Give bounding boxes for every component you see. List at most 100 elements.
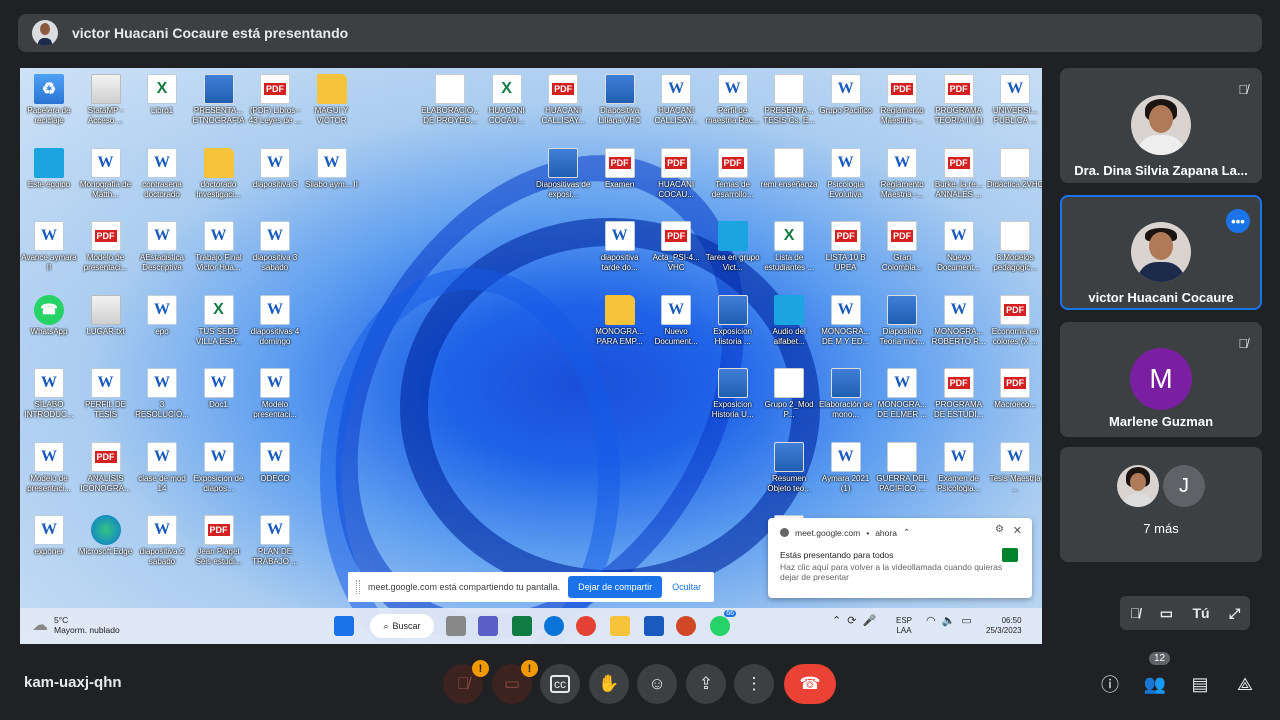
word-icon[interactable] bbox=[644, 616, 664, 636]
desktop-icon[interactable]: Perfil de maestria Rac... bbox=[704, 74, 762, 126]
desktop-icon[interactable]: PROGRAMA TEORIA II (1) bbox=[930, 74, 988, 126]
chrome-icon[interactable] bbox=[576, 616, 596, 636]
desktop-icon[interactable]: StataMP - Acceso ... bbox=[77, 74, 135, 126]
desktop-icon[interactable]: doctorado Investigaci... bbox=[190, 147, 248, 200]
drag-handle[interactable] bbox=[356, 580, 360, 594]
desktop-icon[interactable]: HUACANI CALLISAY... bbox=[534, 74, 592, 126]
meet-notification[interactable]: meet.google.com • ahora ⌃ ⚙ ✕ Estás present… bbox=[768, 518, 1032, 598]
participant-tile-marlene[interactable]: 🎙̸ M Marlene Guzman bbox=[1060, 322, 1262, 437]
participant-tile-victor[interactable]: ••• victor Huacani Cocaure bbox=[1060, 195, 1262, 310]
desktop-icon[interactable]: remi enseñanza bbox=[760, 147, 818, 190]
desktop-icon[interactable]: Psicologia Evolutiva bbox=[817, 147, 875, 200]
desktop-icon[interactable]: MONOGRA... ROBERTO R... bbox=[930, 294, 988, 347]
weather-widget[interactable]: ☁ 5°C Mayorm. nublado bbox=[32, 615, 120, 635]
desktop-icon[interactable]: ELABORACIÓ... DE PROYEC... bbox=[421, 74, 479, 126]
desktop-icon[interactable]: clase de mod 14 bbox=[133, 441, 191, 494]
desktop-icon[interactable]: Papelera de reciclaje bbox=[20, 74, 78, 126]
desktop-icon[interactable]: Silabo aym... II bbox=[303, 147, 361, 190]
clock[interactable]: 06:50 25/3/2023 bbox=[986, 616, 1022, 636]
close-icon[interactable]: ✕ bbox=[1013, 524, 1022, 537]
desktop-icon[interactable]: Doc1 bbox=[190, 368, 248, 410]
desktop-icon[interactable]: Nuevo Document... bbox=[647, 294, 705, 347]
desktop-icon[interactable]: 8.Modelos pedagógic... bbox=[986, 221, 1042, 273]
file-explorer-icon[interactable] bbox=[610, 616, 630, 636]
desktop-icon[interactable]: Lista de estudiantes ... bbox=[760, 221, 818, 273]
desktop-icon[interactable]: exponer bbox=[20, 515, 78, 557]
desktop-icon[interactable]: Elaboración de mono... bbox=[817, 368, 875, 420]
desktop-icon[interactable]: MONOGRA... DE ELMER ... bbox=[873, 368, 931, 420]
desktop-icon[interactable]: Burke, la re... ANNALES ... bbox=[930, 147, 988, 200]
desktop-icon[interactable]: Grupo 2_Mod P... bbox=[760, 368, 818, 420]
desktop-icon[interactable]: Reglamento Maestria -... bbox=[873, 147, 931, 200]
settings-icon[interactable]: ⚙ bbox=[995, 524, 1004, 535]
present-button[interactable]: ⇪ bbox=[686, 664, 726, 704]
desktop-icon[interactable]: PLAN DE TRABAJO ... bbox=[246, 515, 304, 567]
desktop-icon[interactable]: TUS SEDE VILLA ESP... bbox=[190, 294, 248, 347]
desktop-icon[interactable]: PERFIL DE TESIS bbox=[77, 368, 135, 420]
desktop-icon[interactable]: Tesis Maestria ... bbox=[986, 441, 1042, 494]
desktop-icon[interactable]: Jean Piaget Seis estudi... bbox=[190, 515, 248, 567]
participant-tile-dina[interactable]: 🎙̸ Dra. Dina Silvia Zapana La... bbox=[1060, 68, 1262, 183]
desktop-icon[interactable]: Diapositiva Teoria micr... bbox=[873, 294, 931, 347]
desktop-icon[interactable]: epo bbox=[133, 294, 191, 337]
whatsapp-icon[interactable]: 66 bbox=[710, 610, 736, 636]
camera-button[interactable]: ▭! bbox=[492, 660, 538, 704]
desktop-icon[interactable]: Monografia de Matth... bbox=[77, 147, 135, 200]
stop-sharing-button[interactable]: Dejar de compartir bbox=[568, 576, 663, 598]
people-button[interactable]: 12 👥 bbox=[1139, 652, 1171, 700]
desktop-icon[interactable]: Acta_PSI-4... VHC bbox=[647, 221, 705, 273]
desktop-icon[interactable]: Reglamento Maestria -... bbox=[873, 74, 931, 126]
more-options-icon[interactable]: ••• bbox=[1226, 209, 1250, 233]
desktop-icon[interactable]: HUACANI COCAU... bbox=[478, 74, 536, 126]
end-call-button[interactable]: ☎ bbox=[784, 664, 836, 704]
raise-hand-button[interactable]: ✋ bbox=[589, 664, 629, 704]
desktop-icon[interactable]: Avance aymara II bbox=[20, 221, 78, 273]
desktop-icon[interactable]: SILABO INTRODUC... bbox=[20, 368, 78, 420]
mic-button[interactable]: 🎙̸! bbox=[443, 660, 489, 704]
more-participants-tile[interactable]: J 7 más bbox=[1060, 447, 1262, 562]
desktop-icon[interactable]: Examen bbox=[591, 147, 649, 190]
more-options-button[interactable]: ⋮ bbox=[734, 664, 774, 704]
reactions-button[interactable]: ☺ bbox=[637, 664, 677, 704]
desktop-icon[interactable]: Microsoft Edge bbox=[77, 515, 135, 557]
activities-button[interactable]: ⟁ bbox=[1229, 668, 1261, 700]
desktop-icon[interactable]: Gran Colombia... bbox=[873, 221, 931, 273]
desktop-icon[interactable]: Exposicion Historia U... bbox=[704, 368, 762, 420]
desktop-icon[interactable]: LUGAR.txt bbox=[77, 294, 135, 337]
desktop-icon[interactable]: Grupo Pacifico bbox=[817, 74, 875, 116]
desktop-icon[interactable]: Trabajo Final Victor Hua... bbox=[190, 221, 248, 273]
desktop-icon[interactable]: ANALISIS ICONOGRA... bbox=[77, 441, 135, 494]
desktop-icon[interactable]: Diapositiva Liliana VHC bbox=[591, 74, 649, 126]
system-tray[interactable]: ⌃ ⟳ 🎤 bbox=[832, 614, 876, 627]
desktop-icon[interactable]: UNIVERSI... PUBLICA ... bbox=[986, 74, 1042, 126]
taskbar-search[interactable]: ⌕ Buscar bbox=[370, 614, 434, 638]
desktop-icon[interactable]: MAGUI Y VICTOR bbox=[303, 74, 361, 126]
expand-icon[interactable]: ⤢ bbox=[1229, 605, 1240, 622]
desktop-icon[interactable]: (PDF) Libros - 43 Leyes de ... bbox=[246, 74, 304, 126]
desktop-icon[interactable]: Resumen Objeto teo... bbox=[760, 441, 818, 494]
excel-icon[interactable] bbox=[512, 616, 532, 636]
desktop-icon[interactable]: Audio del alfabet... bbox=[760, 294, 818, 347]
desktop-icon[interactable]: Modelo de presentaci... bbox=[20, 441, 78, 494]
camera-icon[interactable]: ▭ bbox=[1160, 605, 1173, 622]
desktop-icon[interactable]: Exposicion de diapos... bbox=[190, 441, 248, 494]
mic-off-icon[interactable]: 🎙̸ bbox=[1130, 605, 1141, 621]
desktop-icon[interactable]: HUACANI CALLISAY... bbox=[647, 74, 705, 126]
desktop-icon[interactable]: diapositiva 3 sabado bbox=[246, 221, 304, 273]
chat-button[interactable]: ▤ bbox=[1184, 668, 1216, 700]
desktop-icon[interactable]: ODECO bbox=[246, 441, 304, 484]
desktop-icon[interactable]: PROGRAMA DE ESTUDI... bbox=[930, 368, 988, 420]
desktop-icon[interactable]: WhatsApp bbox=[20, 294, 78, 337]
desktop-icon[interactable]: HUACANI COCAU... bbox=[647, 147, 705, 200]
desktop-icon[interactable]: MONOGRA... PARA EMP... bbox=[591, 294, 649, 347]
info-button[interactable]: ⓘ bbox=[1094, 668, 1126, 700]
desktop-icon[interactable]: Modelo presentaci... bbox=[246, 368, 304, 420]
desktop-icon[interactable]: diapositivas 4 domingo bbox=[246, 294, 304, 347]
desktop-icon[interactable]: Exposicion Historia ... bbox=[704, 294, 762, 347]
desktop-icon[interactable]: MONOGRA... DE M Y ED... bbox=[817, 294, 875, 347]
desktop-icon[interactable]: PRESENTA... TESIS Cs. E... bbox=[760, 74, 818, 126]
teams-icon[interactable] bbox=[478, 616, 498, 636]
desktop-icon[interactable]: 3 RESOLUCIÓ... bbox=[133, 368, 191, 420]
powerpoint-icon[interactable] bbox=[676, 616, 696, 636]
desktop-icon[interactable]: Tarea en grupo Vict... bbox=[704, 221, 762, 273]
